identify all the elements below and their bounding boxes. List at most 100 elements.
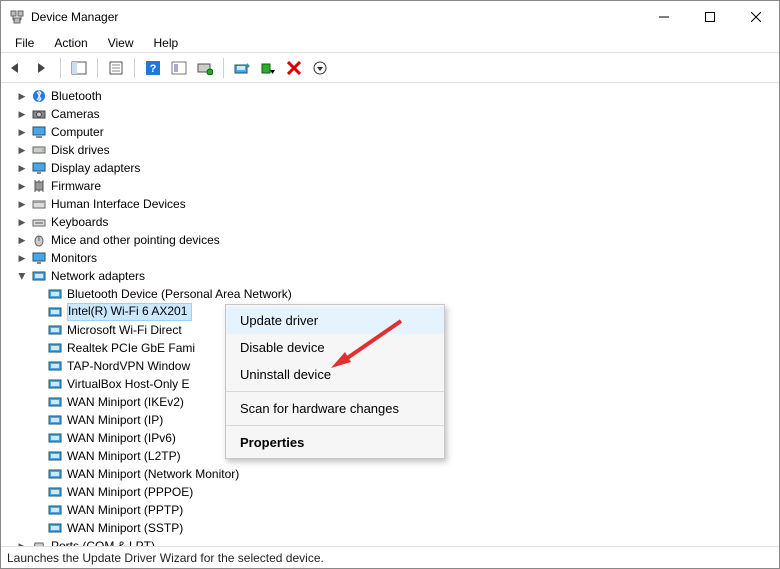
tree-label: WAN Miniport (IP) bbox=[67, 413, 163, 427]
action-icon[interactable] bbox=[168, 57, 190, 79]
tree-label: Microsoft Wi-Fi Direct bbox=[67, 323, 182, 337]
tree-item-ports[interactable]: ▶Ports (COM & LPT) bbox=[15, 537, 779, 546]
network-adapter-icon bbox=[47, 358, 63, 374]
mouse-icon bbox=[31, 232, 47, 248]
tree-item-mice[interactable]: ▶ Mice and other pointing devices bbox=[15, 231, 779, 249]
context-menu: Update driver Disable device Uninstall d… bbox=[225, 304, 445, 459]
chevron-right-icon[interactable]: ▶ bbox=[15, 127, 29, 138]
chevron-right-icon[interactable]: ▶ bbox=[15, 217, 29, 228]
help-icon[interactable]: ? bbox=[142, 57, 164, 79]
device-manager-window: Device Manager File Action View Help ? ▶… bbox=[0, 0, 780, 569]
close-button[interactable] bbox=[733, 1, 779, 33]
chevron-right-icon[interactable]: ▶ bbox=[15, 181, 29, 192]
chevron-right-icon[interactable]: ▶ bbox=[15, 163, 29, 174]
network-adapter-icon bbox=[47, 340, 63, 356]
tree-item-keyboards[interactable]: ▶Keyboards bbox=[15, 213, 779, 231]
disable-device-icon[interactable] bbox=[257, 57, 279, 79]
tree-label: Human Interface Devices bbox=[51, 197, 186, 211]
ctx-scan-hardware[interactable]: Scan for hardware changes bbox=[226, 395, 444, 422]
network-adapter-icon bbox=[47, 448, 63, 464]
chevron-right-icon[interactable]: ▶ bbox=[15, 541, 29, 547]
tree-label: Mice and other pointing devices bbox=[51, 233, 220, 247]
tree-item-firmware[interactable]: ▶ Firmware bbox=[15, 177, 779, 195]
network-adapter-icon bbox=[47, 394, 63, 410]
chevron-right-icon[interactable]: ▶ bbox=[15, 199, 29, 210]
tree-label: WAN Miniport (Network Monitor) bbox=[67, 467, 239, 481]
firmware-icon bbox=[31, 178, 47, 194]
disk-icon bbox=[31, 142, 47, 158]
chevron-right-icon[interactable]: ▶ bbox=[15, 109, 29, 120]
tree-item-net-child[interactable]: WAN Miniport (PPTP) bbox=[45, 501, 779, 519]
network-adapter-icon bbox=[47, 502, 63, 518]
tree-item-net-child[interactable]: WAN Miniport (SSTP) bbox=[45, 519, 779, 537]
back-button[interactable] bbox=[5, 57, 27, 79]
menu-file[interactable]: File bbox=[5, 34, 44, 52]
bluetooth-icon bbox=[31, 88, 47, 104]
toolbar: ? bbox=[1, 53, 779, 83]
tree-item-net-child[interactable]: Bluetooth Device (Personal Area Network) bbox=[45, 285, 779, 303]
tree-item-disk-drives[interactable]: ▶Disk drives bbox=[15, 141, 779, 159]
chevron-right-icon[interactable]: ▶ bbox=[15, 91, 29, 102]
tree-label: TAP-NordVPN Window bbox=[67, 359, 190, 373]
tree-item-computer[interactable]: ▶ Computer bbox=[15, 123, 779, 141]
ctx-uninstall-device[interactable]: Uninstall device bbox=[226, 361, 444, 388]
tree-item-display-adapters[interactable]: ▶ Display adapters bbox=[15, 159, 779, 177]
tree-label: WAN Miniport (PPPOE) bbox=[67, 485, 193, 499]
tree-label: WAN Miniport (PPTP) bbox=[67, 503, 183, 517]
tree-label: Monitors bbox=[51, 251, 97, 265]
tree-label: WAN Miniport (IPv6) bbox=[67, 431, 176, 445]
chevron-right-icon[interactable]: ▶ bbox=[15, 235, 29, 246]
network-adapter-icon bbox=[47, 520, 63, 536]
chevron-down-icon[interactable]: ▶ bbox=[17, 269, 28, 283]
tree-label: VirtualBox Host-Only E bbox=[67, 377, 190, 391]
tree-label: Realtek PCIe GbE Fami bbox=[67, 341, 195, 355]
menu-action[interactable]: Action bbox=[44, 34, 97, 52]
network-adapter-icon bbox=[47, 484, 63, 500]
tree-item-hid[interactable]: ▶ Human Interface Devices bbox=[15, 195, 779, 213]
ctx-disable-device[interactable]: Disable device bbox=[226, 334, 444, 361]
tree-item-net-child[interactable]: WAN Miniport (PPPOE) bbox=[45, 483, 779, 501]
minimize-button[interactable] bbox=[641, 1, 687, 33]
monitor-icon bbox=[31, 250, 47, 266]
titlebar: Device Manager bbox=[1, 1, 779, 33]
tree-label: Network adapters bbox=[51, 269, 145, 283]
scan-hardware-icon[interactable] bbox=[194, 57, 216, 79]
ctx-separator bbox=[226, 425, 444, 426]
tree-item-cameras[interactable]: ▶ Cameras bbox=[15, 105, 779, 123]
tree-label: Intel(R) Wi-Fi 6 AX201 bbox=[67, 303, 192, 321]
menu-view[interactable]: View bbox=[98, 34, 144, 52]
app-icon bbox=[9, 9, 25, 25]
tree-item-network-adapters[interactable]: ▶ Network adapters bbox=[15, 267, 779, 285]
network-icon bbox=[31, 268, 47, 284]
tree-label: Display adapters bbox=[51, 161, 140, 175]
status-text: Launches the Update Driver Wizard for th… bbox=[7, 551, 324, 565]
tree-label: Bluetooth bbox=[51, 89, 102, 103]
more-actions-icon[interactable] bbox=[309, 57, 331, 79]
forward-button[interactable] bbox=[31, 57, 53, 79]
tree-label: Firmware bbox=[51, 179, 101, 193]
network-adapter-icon bbox=[47, 412, 63, 428]
chevron-right-icon[interactable]: ▶ bbox=[15, 145, 29, 156]
display-icon bbox=[31, 160, 47, 176]
camera-icon bbox=[31, 106, 47, 122]
update-driver-icon[interactable] bbox=[231, 57, 253, 79]
tree-label: WAN Miniport (IKEv2) bbox=[67, 395, 184, 409]
menu-help[interactable]: Help bbox=[144, 34, 189, 52]
tree-label: Bluetooth Device (Personal Area Network) bbox=[67, 287, 292, 301]
tree-item-bluetooth[interactable]: ▶ Bluetooth bbox=[15, 87, 779, 105]
ctx-properties[interactable]: Properties bbox=[226, 429, 444, 456]
tree-label: Computer bbox=[51, 125, 104, 139]
uninstall-device-icon[interactable] bbox=[283, 57, 305, 79]
show-hide-console-tree-icon[interactable] bbox=[68, 57, 90, 79]
tree-item-monitors[interactable]: ▶ Monitors bbox=[15, 249, 779, 267]
tree-label: Cameras bbox=[51, 107, 100, 121]
ctx-update-driver[interactable]: Update driver bbox=[226, 307, 444, 334]
network-adapter-icon bbox=[47, 376, 63, 392]
network-adapter-icon bbox=[47, 304, 63, 320]
maximize-button[interactable] bbox=[687, 1, 733, 33]
window-controls bbox=[641, 1, 779, 33]
tree-item-net-child[interactable]: WAN Miniport (Network Monitor) bbox=[45, 465, 779, 483]
network-adapter-icon bbox=[47, 466, 63, 482]
chevron-right-icon[interactable]: ▶ bbox=[15, 253, 29, 264]
properties-icon[interactable] bbox=[105, 57, 127, 79]
